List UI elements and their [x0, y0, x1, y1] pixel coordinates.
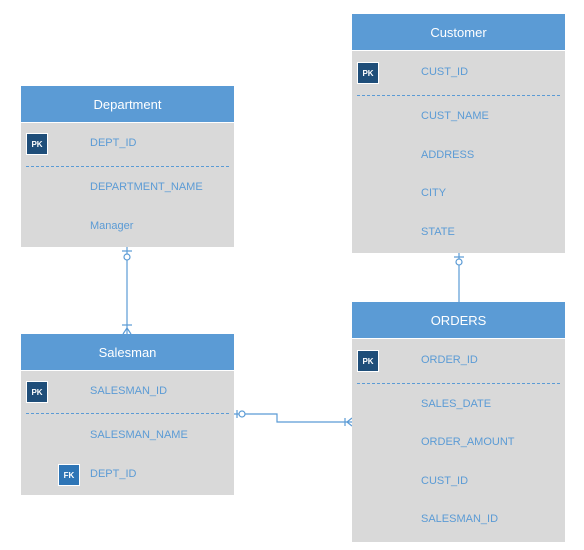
salesman-title: Salesman	[21, 334, 234, 371]
pk-badge: PK	[357, 350, 379, 372]
department-entity[interactable]: Department PK DEPT_ID DEPARTMENT_NAME Ma…	[21, 86, 234, 247]
orders-title: ORDERS	[352, 302, 565, 339]
divider	[26, 413, 229, 414]
attr-city: CITY	[421, 187, 447, 199]
pk-badge: PK	[26, 381, 48, 403]
attr-salesman-id: SALESMAN_ID	[421, 513, 499, 525]
attr-cust-name: CUST_NAME	[421, 110, 489, 122]
customer-title: Customer	[352, 14, 565, 51]
attr-salesman-name: SALESMAN_NAME	[90, 429, 188, 441]
attr-state: STATE	[421, 226, 455, 238]
attr-dept-id: DEPT_ID	[90, 468, 137, 480]
customer-entity[interactable]: Customer PK CUST_ID CUST_NAME ADDRESS CI…	[352, 14, 565, 253]
divider	[26, 166, 229, 167]
attr-salesman-id: SALESMAN_ID	[90, 385, 168, 397]
attr-address: ADDRESS	[421, 149, 475, 161]
department-title: Department	[21, 86, 234, 123]
attr-department-name: DEPARTMENT_NAME	[90, 181, 203, 193]
attr-cust-id: CUST_ID	[421, 66, 469, 78]
salesman-orders-line	[234, 413, 352, 423]
attr-order-id: ORDER_ID	[421, 354, 478, 366]
pk-badge: PK	[357, 62, 379, 84]
divider	[357, 383, 560, 384]
attr-order-amount: ORDER_AMOUNT	[421, 436, 515, 448]
divider	[357, 95, 560, 96]
fk-badge: FK	[58, 464, 80, 486]
attr-dept-id: DEPT_ID	[90, 137, 137, 149]
pk-badge: PK	[26, 133, 48, 155]
attr-cust-id: CUST_ID	[421, 475, 469, 487]
attr-manager: Manager	[90, 220, 134, 232]
attr-sales-date: SALES_DATE	[421, 398, 492, 410]
salesman-entity[interactable]: Salesman PK SALESMAN_ID SALESMAN_NAME FK…	[21, 334, 234, 495]
orders-entity[interactable]: ORDERS PK ORDER_ID SALES_DATE ORDER_AMOU…	[352, 302, 565, 542]
